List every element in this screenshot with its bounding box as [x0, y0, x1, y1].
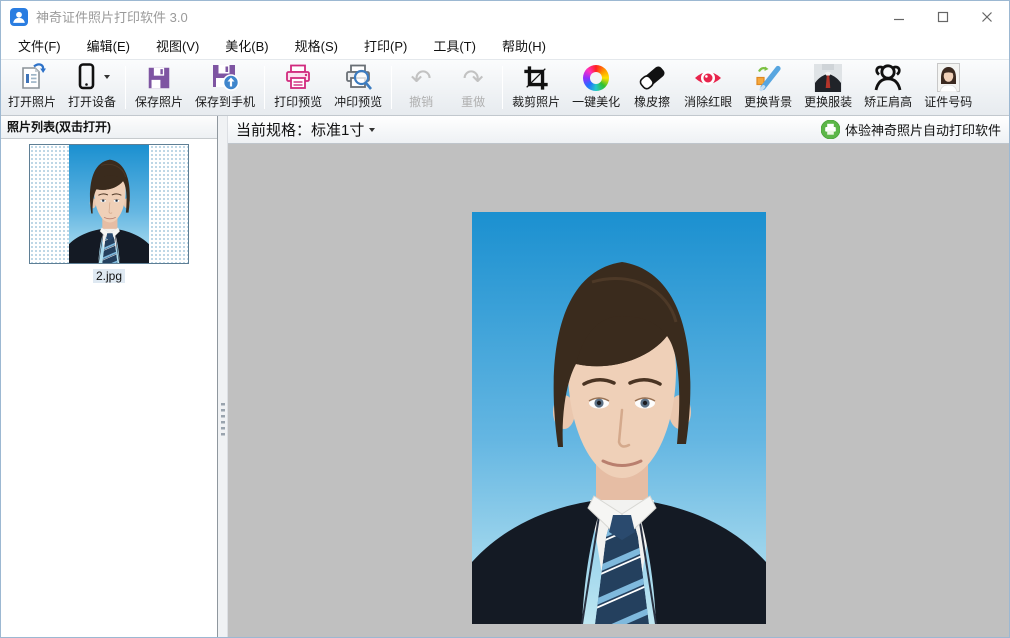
close-button[interactable]	[965, 1, 1009, 32]
promo-printer-icon	[820, 120, 840, 139]
toolbar-button-label: 一键美化	[572, 95, 621, 109]
app-window: 神奇证件照片打印软件 3.0 文件(F) 编辑(E) 视图(V) 美化(B) 规…	[0, 0, 1010, 638]
open-photo-button[interactable]: 打开照片	[2, 61, 62, 114]
id-number-button[interactable]: 证件号码	[918, 61, 978, 114]
window-controls	[877, 1, 1009, 32]
toolbar-button-label: 撤销	[409, 95, 434, 109]
spec-value: 标准1寸	[311, 122, 365, 139]
promo-link[interactable]: 体验神奇照片自动打印软件	[820, 120, 1001, 139]
toolbar-button-label: 保存到手机	[195, 95, 256, 109]
change-clothes-button[interactable]: 更换服装	[798, 61, 858, 114]
print-preview-button[interactable]: 打印预览	[268, 61, 328, 114]
menu-bar: 文件(F) 编辑(E) 视图(V) 美化(B) 规格(S) 打印(P) 工具(T…	[1, 32, 1009, 59]
change-clothes-icon	[814, 64, 843, 92]
toolbar-button-label: 打印预览	[274, 95, 323, 109]
promo-text: 体验神奇照片自动打印软件	[844, 123, 1001, 138]
toolbar: 打开照片 打开设备 保存照片 保存到手机 打印预览 冲印预览 ↶ 撤销 ↷ 重做…	[1, 59, 1009, 116]
photo-filename: 2.jpg	[92, 269, 126, 283]
menu-spec[interactable]: 规格(S)	[282, 32, 351, 59]
main-portrait-image[interactable]	[472, 212, 766, 624]
eraser-icon	[637, 62, 667, 92]
undo-button: ↶ 撤销	[395, 61, 447, 114]
toolbar-button-label: 打开设备	[68, 95, 117, 109]
toolbar-separator	[264, 66, 266, 109]
one-click-beautify-button[interactable]: 一键美化	[566, 61, 626, 114]
photo-canvas	[228, 144, 1009, 637]
menu-tools[interactable]: 工具(T)	[420, 32, 489, 59]
splitter-grip-icon	[221, 402, 225, 439]
open-device-icon	[75, 62, 110, 92]
beautify-icon	[583, 64, 610, 92]
photo-list-header: 照片列表(双击打开)	[1, 116, 217, 139]
eraser-button[interactable]: 橡皮擦	[626, 61, 678, 114]
maximize-button[interactable]	[921, 1, 965, 32]
save-photo-icon	[145, 64, 173, 92]
toolbar-button-label: 证件号码	[924, 95, 973, 109]
menu-beautify[interactable]: 美化(B)	[212, 32, 281, 59]
toolbar-button-label: 更换背景	[744, 95, 793, 109]
redo-icon: ↷	[462, 63, 484, 93]
fix-shoulder-button[interactable]: 矫正肩高	[858, 61, 918, 114]
toolbar-button-label: 保存照片	[135, 95, 184, 109]
crop-icon	[522, 64, 550, 92]
develop-preview-icon	[343, 62, 373, 92]
close-icon	[982, 11, 992, 22]
current-spec-dropdown[interactable]: 当前规格： 标准1寸	[236, 119, 376, 140]
photo-thumbnail[interactable]	[29, 144, 189, 264]
fix-shoulder-icon	[873, 62, 903, 92]
content-area: 照片列表(双击打开) 2.jpg 当前规格： 标准1寸 体验神奇照片自动打印软件	[1, 116, 1009, 637]
minimize-button[interactable]	[877, 1, 921, 32]
chevron-down-icon	[369, 127, 376, 132]
app-logo-icon	[10, 7, 28, 26]
toolbar-button-label: 矫正肩高	[864, 95, 913, 109]
save-to-phone-button[interactable]: 保存到手机	[189, 61, 261, 114]
save-to-phone-icon	[210, 62, 240, 92]
menu-view[interactable]: 视图(V)	[143, 32, 212, 59]
redo-button: ↷ 重做	[447, 61, 499, 114]
menu-file[interactable]: 文件(F)	[5, 32, 74, 59]
develop-preview-button[interactable]: 冲印预览	[328, 61, 388, 114]
open-photo-icon	[17, 62, 47, 92]
menu-help[interactable]: 帮助(H)	[489, 32, 559, 59]
menu-print[interactable]: 打印(P)	[351, 32, 420, 59]
change-background-button[interactable]: 更换背景	[738, 61, 798, 114]
list-item[interactable]: 2.jpg	[1, 139, 217, 283]
main-area: 当前规格： 标准1寸 体验神奇照片自动打印软件	[228, 116, 1009, 637]
undo-icon: ↶	[410, 63, 432, 93]
toolbar-button-label: 消除红眼	[684, 95, 733, 109]
crop-photo-button[interactable]: 裁剪照片	[506, 61, 566, 114]
toolbar-button-label: 重做	[461, 95, 486, 109]
chevron-down-icon	[103, 75, 110, 79]
maximize-icon	[937, 11, 949, 22]
title-bar: 神奇证件照片打印软件 3.0	[1, 1, 1009, 32]
thumbnail-portrait-image	[69, 145, 149, 264]
toolbar-button-label: 打开照片	[8, 95, 57, 109]
red-eye-icon	[693, 64, 723, 92]
toolbar-separator	[391, 66, 393, 109]
open-device-button[interactable]: 打开设备	[62, 61, 122, 114]
toolbar-button-label: 橡皮擦	[634, 95, 671, 109]
spec-label: 当前规格：	[236, 122, 312, 139]
toolbar-button-label: 更换服装	[804, 95, 853, 109]
minimize-icon	[894, 18, 904, 20]
toolbar-button-label: 冲印预览	[334, 95, 383, 109]
remove-red-eye-button[interactable]: 消除红眼	[678, 61, 738, 114]
window-title: 神奇证件照片打印软件 3.0	[36, 10, 188, 25]
menu-edit[interactable]: 编辑(E)	[74, 32, 143, 59]
photo-list-panel: 照片列表(双击打开) 2.jpg	[1, 116, 218, 637]
panel-splitter[interactable]	[218, 116, 228, 637]
toolbar-separator	[502, 66, 504, 109]
change-background-icon	[753, 62, 783, 92]
toolbar-separator	[125, 66, 127, 109]
print-preview-icon	[283, 62, 313, 92]
id-number-icon	[936, 63, 960, 92]
save-photo-button[interactable]: 保存照片	[129, 61, 189, 114]
spec-bar: 当前规格： 标准1寸 体验神奇照片自动打印软件	[228, 116, 1009, 144]
toolbar-button-label: 裁剪照片	[512, 95, 561, 109]
